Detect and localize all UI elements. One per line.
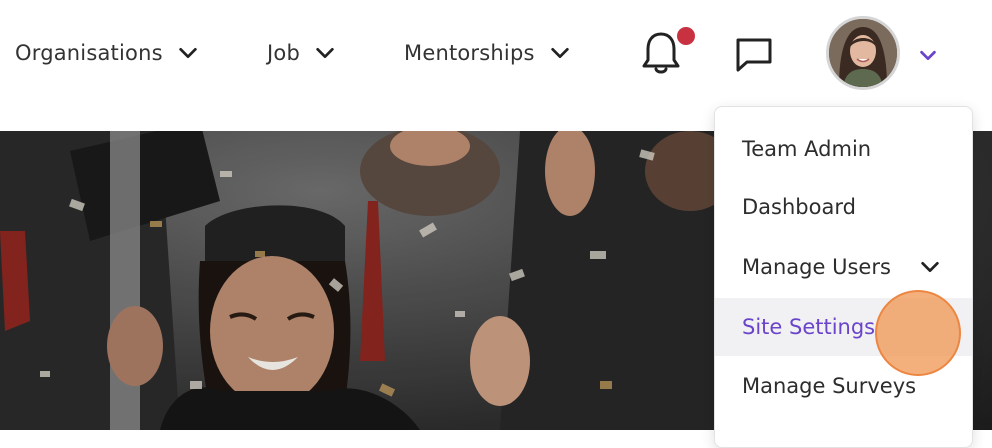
notification-badge — [677, 27, 695, 45]
nav-job[interactable]: Job — [267, 30, 336, 76]
chevron-down-icon — [550, 47, 569, 59]
chevron-down-icon — [179, 47, 197, 59]
nav-organisations[interactable]: Organisations — [15, 30, 199, 76]
chevron-down-icon[interactable] — [917, 44, 939, 66]
bell-icon[interactable] — [640, 30, 682, 76]
menu-item-label: Dashboard — [742, 195, 856, 219]
menu-item-team-admin[interactable]: Team Admin — [715, 120, 972, 178]
menu-item-label: Manage Users — [742, 255, 891, 279]
menu-item-label: Team Admin — [742, 137, 872, 161]
nav-mentorships[interactable]: Mentorships — [404, 30, 571, 76]
menu-item-label: Site Settings — [742, 315, 876, 339]
nav-organisations-label: Organisations — [15, 41, 163, 65]
user-avatar[interactable] — [826, 16, 900, 90]
menu-item-label: Manage Surveys — [742, 374, 917, 398]
nav-mentorships-label: Mentorships — [404, 41, 535, 65]
message-square-icon[interactable] — [733, 34, 775, 76]
menu-item-dashboard[interactable]: Dashboard — [715, 178, 972, 236]
chevron-down-icon — [921, 261, 939, 273]
nav-job-label: Job — [267, 41, 300, 65]
top-navigation-bar: Organisations Job Mentorships — [0, 0, 992, 108]
touch-indicator — [875, 290, 961, 376]
chevron-down-icon — [316, 47, 334, 59]
user-dropdown-menu: Team Admin Dashboard Manage Users Site S… — [714, 106, 973, 448]
avatar-image — [829, 19, 897, 87]
menu-item-manage-users[interactable]: Manage Users — [715, 238, 972, 296]
